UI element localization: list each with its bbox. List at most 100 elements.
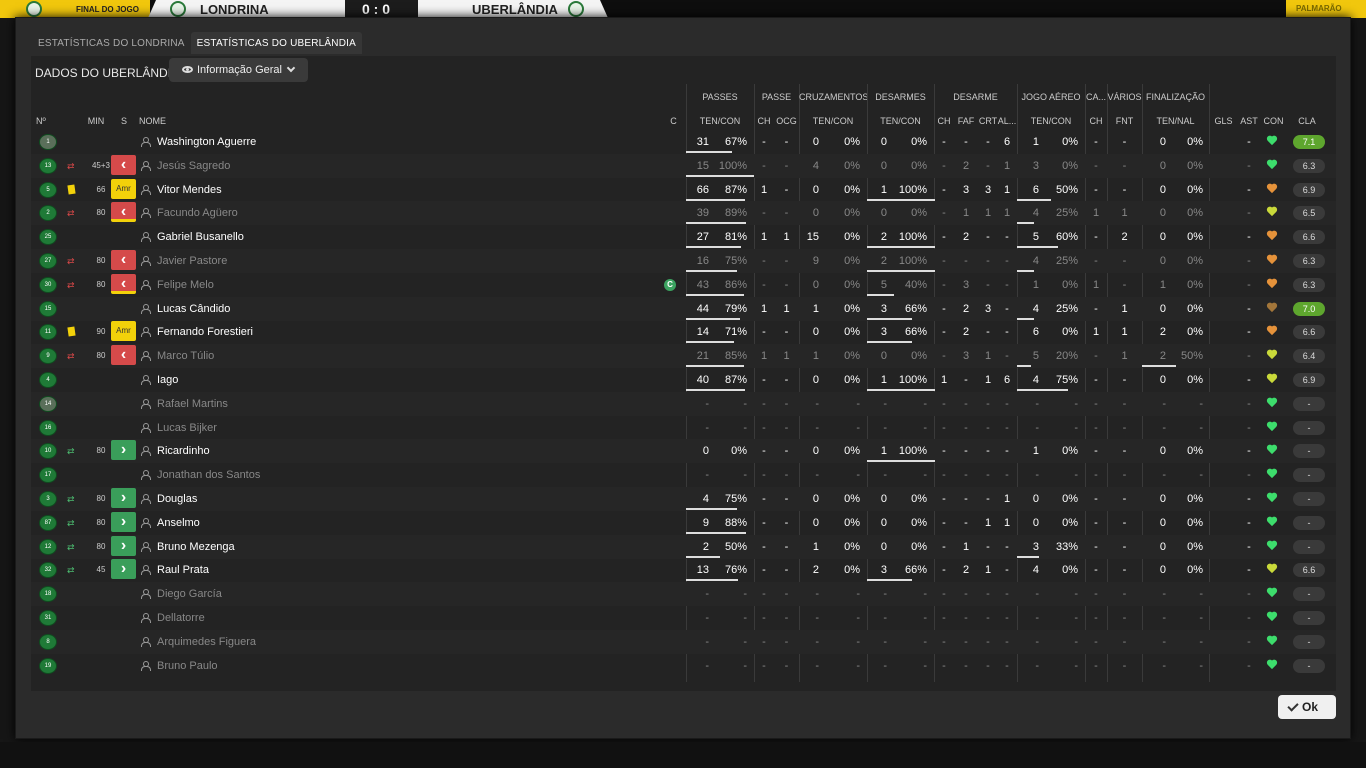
player-name[interactable]: Raul Prata [157,558,209,582]
column-header[interactable]: CLA [1291,116,1323,126]
headers-percent: 0% [1062,445,1078,458]
table-row[interactable]: 14 Rafael Martins - - - - - - - - - - - - - - - - - - - - [31,391,1336,416]
table-row[interactable]: 12 ⇄ 80 › Bruno Mezenga 2 50% - -1 0% 0 0% -1- -3 33% -… [31,534,1336,559]
substitution-icon: ⇄ [67,565,75,576]
table-row[interactable]: 30 ⇄ 80 ‹ Felipe Melo C 43 86% - -0 0% 5 40% -3- -1 0% 1… [31,273,1336,297]
table-row[interactable]: 4 Iago 40 87% - -0 0% 1 100% 1-1 6 4 75% - -0 0% -6.9 [31,368,1336,392]
table-row[interactable]: 8 Arquimedes Figuera - - - - - - - - - - - - - - - - - - - - [31,629,1336,654]
player-name[interactable]: Washington Aguerre [157,130,256,154]
column-header[interactable]: NOME [139,116,199,126]
table-row[interactable]: 27 ⇄ 80 ‹ Javier Pastore 16 75% - -9 0% 2 100% - - - -4… [31,249,1336,273]
column-header[interactable]: AL... [997,116,1017,126]
player-name[interactable]: Fernando Forestieri [157,320,253,344]
player-name[interactable]: Jesús Sagredo [157,154,230,178]
player-name[interactable]: Gabriel Busanello [157,225,244,249]
clearances: 1 [984,516,992,529]
player-name[interactable]: Marco Túlio [157,344,214,368]
player-name[interactable]: Diego García [157,582,222,606]
goals [1211,320,1236,344]
column-header[interactable]: FAF [956,116,976,126]
table-row[interactable]: 10 ⇄ 80 › Ricardinho 0 0% - -0 0% 1 100% - - - -1 0% - -0 0… [31,439,1336,464]
crosses-attempted: 1 [812,540,819,553]
column-header[interactable]: TEN/CON [867,116,934,126]
player-name[interactable]: Bruno Mezenga [157,535,235,559]
table-row[interactable]: 15 Lucas Cândido 44 79% 1 1 1 0% 3 66% -2 3-4 25% -1 0… [31,296,1336,321]
headers-percent: 0% [1062,159,1078,172]
column-header[interactable]: CH [1085,116,1107,126]
column-header[interactable]: FNT [1107,116,1142,126]
table-row[interactable]: 5 66 Amr Vitor Mendes 66 87% 1-0 0% 1 100% -3 3 1 6 50… [31,178,1336,202]
player-name[interactable]: Anselmo [157,511,200,535]
column-header[interactable]: CON [1261,116,1286,126]
player-name[interactable]: Lucas Bijker [157,416,217,440]
clearances: - [986,588,990,601]
tackles-bar [867,389,935,391]
player-name[interactable]: Javier Pastore [157,249,227,273]
player-name[interactable]: Arquimedes Figuera [157,630,256,654]
table-row[interactable]: 11 90 Amr Fernando Forestieri 14 71% - -0 0% 3 66%… [31,320,1336,344]
view-select[interactable]: Informação Geral [169,58,308,82]
player-name[interactable]: Jonathan dos Santos [157,463,260,487]
fouls-suffered: - [1122,612,1127,624]
player-name[interactable]: Vitor Mendes [157,178,222,202]
table-row[interactable]: 32 ⇄ 45 › Raul Prata 13 76% - -2 0% 3 66% -2 1-4 0% - -0… [31,558,1336,582]
player-name[interactable]: Dellatorre [157,606,205,630]
column-header[interactable]: OCG [774,116,799,126]
column-header[interactable]: Nº [36,116,56,126]
key-headers: - [1094,302,1098,315]
player-name[interactable]: Douglas [157,487,197,511]
player-name[interactable]: Facundo Agüero [157,201,238,225]
substitution-icon: ⇄ [67,517,75,528]
player-name[interactable]: Felipe Melo [157,273,214,297]
fouls: 3 [962,183,970,196]
table-row[interactable]: 16 Lucas Bijker - - - - - - - - - - - - - - - - - - - - [31,416,1336,440]
tab-uberlandia-stats[interactable]: ESTATÍSTICAS DO UBERLÂNDIA [190,32,362,54]
passes-percent: - [743,397,747,410]
player-name[interactable]: Rafael Martins [157,392,228,416]
table-row[interactable]: 87 ⇄ 80 › Anselmo 9 88% - -0 0% 0 0% - -1 1 0 0% - -0 0% - - [31,511,1336,535]
table-row[interactable]: 25 Gabriel Busanello 27 81% 1 1 15 0% 2 100% -2- -5… [31,225,1336,249]
column-header[interactable]: TEN/CON [1017,116,1085,126]
group-header: DESARME [953,92,998,102]
table-row[interactable]: 31 Dellatorre - - - - - - - - - - - - - - - - - - - - [31,606,1336,630]
shirt-icon: 87 [39,514,57,531]
player-name[interactable]: Bruno Paulo [157,654,218,678]
clearances: - [986,278,990,291]
column-header[interactable]: MIN [81,116,111,126]
column-header[interactable]: S [114,116,134,126]
column-header[interactable]: CRT [977,116,999,126]
ok-button[interactable]: Ok [1278,695,1336,719]
column-header[interactable]: AST [1237,116,1261,126]
player-name[interactable]: Ricardinho [157,439,210,463]
column-header[interactable]: TEN/CON [686,116,754,126]
table-row[interactable]: 13 ⇄ 45+3 ‹ Jesús Sagredo 15 100% - -4 0% 0 0% -2-1 3… [31,153,1336,178]
column-header[interactable]: CH [934,116,954,126]
table-row[interactable]: 17 Jonathan dos Santos - - - - - - - - - - - - - - - - - - -… [31,463,1336,487]
table-row[interactable]: 18 Diego García - - - - - - - - - - - - - - - - - - - - [31,582,1336,607]
table-row[interactable]: 2 ⇄ 80 ‹ Facundo Agüero 39 89% - -0 0% 0 0% -1 1 1 4 25%… [31,201,1336,226]
fouls: 3 [962,278,970,291]
table-row[interactable]: 9 ⇄ 80 ‹ Marco Túlio 21 85% 1 1 1 0% 0 0% -3 1-5 20% -1 2… [31,344,1336,369]
column-header[interactable]: C [666,116,681,126]
column-header[interactable]: GLS [1211,116,1236,126]
column-header[interactable]: CH [754,116,774,126]
headers-percent: 25% [1055,302,1078,315]
fouls-suffered: - [1122,540,1127,553]
key-passes: 1 [760,350,768,363]
table-row[interactable]: 19 Bruno Paulo - - - - - - - - - - - - - - - - - - - - [31,654,1336,678]
panel-title: DADOS DO UBERLÂNDIA [35,66,180,80]
table-row[interactable]: 3 ⇄ 80 › Douglas 4 75% - -0 0% 0 0% - - -1 0 0% - -0 0% - - [31,487,1336,511]
condition-heart-icon [1267,255,1277,265]
interceptions: - [1005,397,1009,410]
column-header[interactable]: TEN/CON [799,116,867,126]
shots-percent: 0% [1187,374,1203,386]
player-name[interactable]: Lucas Cândido [157,297,230,321]
column-header[interactable]: TEN/NAL [1142,116,1209,126]
assists: - [1247,350,1251,363]
tab-londrina-stats[interactable]: ESTATÍSTICAS DO LONDRINA [32,32,191,54]
person-icon [141,636,151,647]
key-tackles: - [942,421,946,434]
key-tackles: - [942,159,946,172]
table-row[interactable]: 1 Washington Aguerre 31 67% - -0 0% 0 0% - - -6 1 0% -… [31,130,1336,154]
player-name[interactable]: Iago [157,368,178,392]
